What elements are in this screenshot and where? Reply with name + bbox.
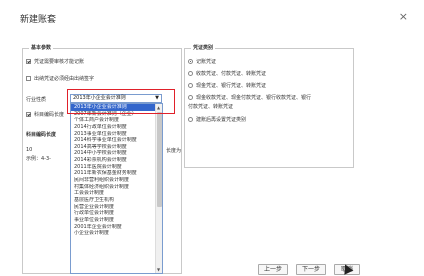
- voucher-radio-3[interactable]: 现金凭证、银行凭证、转账凭证: [188, 82, 266, 89]
- voucher-radio-2[interactable]: 收款凭证、付款凭证、转账凭证: [188, 70, 266, 77]
- scrollbar-thumb[interactable]: [157, 112, 162, 207]
- close-icon[interactable]: ×: [399, 10, 408, 23]
- require-audit-label: 凭证需要审核才能记账: [34, 59, 85, 65]
- code-length-value: 10: [26, 147, 33, 153]
- dropdown-option[interactable]: 个体工商户会计制度: [71, 117, 157, 124]
- industry-dropdown-list[interactable]: 2013年小企业会计准则 2007年新会计准则（企业） 个体工商户会计制度 2014行…: [70, 103, 163, 274]
- dropdown-option[interactable]: 基层医疗卫生机构: [71, 197, 157, 204]
- dropdown-option[interactable]: 2014高等学校会计制度: [71, 144, 157, 151]
- voucher-radio-4-dot[interactable]: [188, 95, 193, 100]
- cashier-sign-checkbox[interactable]: [26, 76, 31, 81]
- code-length-suffix: 长度为: [166, 148, 182, 154]
- voucher-radio-1[interactable]: 记账凭证: [188, 58, 216, 65]
- cashier-sign-label: 出纳凭证必须经由出纳签字: [34, 76, 95, 82]
- allow-option[interactable]: 科目编码长度: [26, 111, 64, 118]
- dropdown-option[interactable]: 2014行政单位会计制度: [71, 124, 157, 131]
- basic-params-legend: 基本参数: [29, 44, 54, 51]
- voucher-radio-2-dot[interactable]: [188, 71, 193, 76]
- dropdown-option[interactable]: 2011年医院会计制度: [71, 164, 157, 171]
- require-audit-option[interactable]: 凭证需要审核才能记账: [26, 58, 84, 65]
- allow-option-label: 科目编码长度: [34, 112, 65, 118]
- scroll-down-icon[interactable]: ▼: [157, 267, 160, 272]
- voucher-radio-4-label: 现金收款凭证、现金付款凭证、银行收款凭证、银行: [196, 95, 312, 101]
- dropdown-option[interactable]: 2011年新农保基金财务制度: [71, 170, 157, 177]
- dropdown-option[interactable]: 小企业会计制度: [71, 230, 157, 237]
- code-example: 示例：4-3-: [26, 156, 51, 162]
- dropdown-option[interactable]: 2014中小学校会计制度: [71, 150, 157, 157]
- prev-step-button[interactable]: 上一步: [258, 264, 288, 275]
- voucher-type-legend: 凭证类别: [191, 44, 216, 51]
- dropdown-option[interactable]: 2001年企业会计制度: [71, 224, 157, 231]
- allow-option-checkbox[interactable]: [26, 112, 31, 117]
- code-length-label: 科目编码长度: [26, 132, 57, 138]
- require-audit-checkbox[interactable]: [26, 59, 31, 64]
- voucher-radio-3-label: 现金凭证、银行凭证、转账凭证: [196, 83, 267, 89]
- voucher-radio-5-dot[interactable]: [188, 117, 193, 122]
- dropdown-option[interactable]: 民间非营利组织会计制度: [71, 177, 157, 184]
- voucher-radio-4-label-cont: 付款凭证、转账凭证: [188, 104, 234, 110]
- voucher-radio-3-dot[interactable]: [188, 83, 193, 88]
- dropdown-option[interactable]: 2013事业单位会计制度: [71, 131, 157, 138]
- dropdown-option[interactable]: 2014彩票机构会计制度: [71, 157, 157, 164]
- dropdown-option[interactable]: 2014科学事业单位会计制度: [71, 137, 157, 144]
- industry-label: 行业性质: [26, 97, 47, 103]
- voucher-radio-5-label: 建账后再设置凭证类别: [196, 117, 247, 123]
- dropdown-scrollbar[interactable]: ▲ ▼: [155, 104, 162, 273]
- dropdown-option[interactable]: 行政单位会计制度: [71, 210, 157, 217]
- next-step-button[interactable]: 下一步: [296, 264, 326, 275]
- dropdown-items: 2013年小企业会计准则 2007年新会计准则（企业） 个体工商户会计制度 2014行…: [71, 104, 157, 237]
- voucher-radio-1-dot[interactable]: [188, 59, 193, 64]
- dropdown-option[interactable]: 工会会计制度: [71, 190, 157, 197]
- voucher-radio-1-label: 记账凭证: [196, 59, 217, 65]
- dropdown-option[interactable]: 村集体经济组织会计制度: [71, 184, 157, 191]
- voucher-radio-4[interactable]: 现金收款凭证、现金付款凭证、银行收款凭证、银行: [188, 94, 311, 101]
- dialog-title: 新建账套: [20, 15, 57, 25]
- dropdown-option[interactable]: 事业单位会计制度: [71, 217, 157, 224]
- red-highlight-box: [67, 89, 175, 114]
- voucher-radio-2-label: 收款凭证、付款凭证、转账凭证: [196, 71, 267, 77]
- voucher-radio-5[interactable]: 建账后再设置凭证类别: [188, 116, 246, 123]
- dropdown-option[interactable]: 民营企业会计制度: [71, 204, 157, 211]
- cashier-sign-option[interactable]: 出纳凭证必须经由出纳签字: [26, 75, 94, 82]
